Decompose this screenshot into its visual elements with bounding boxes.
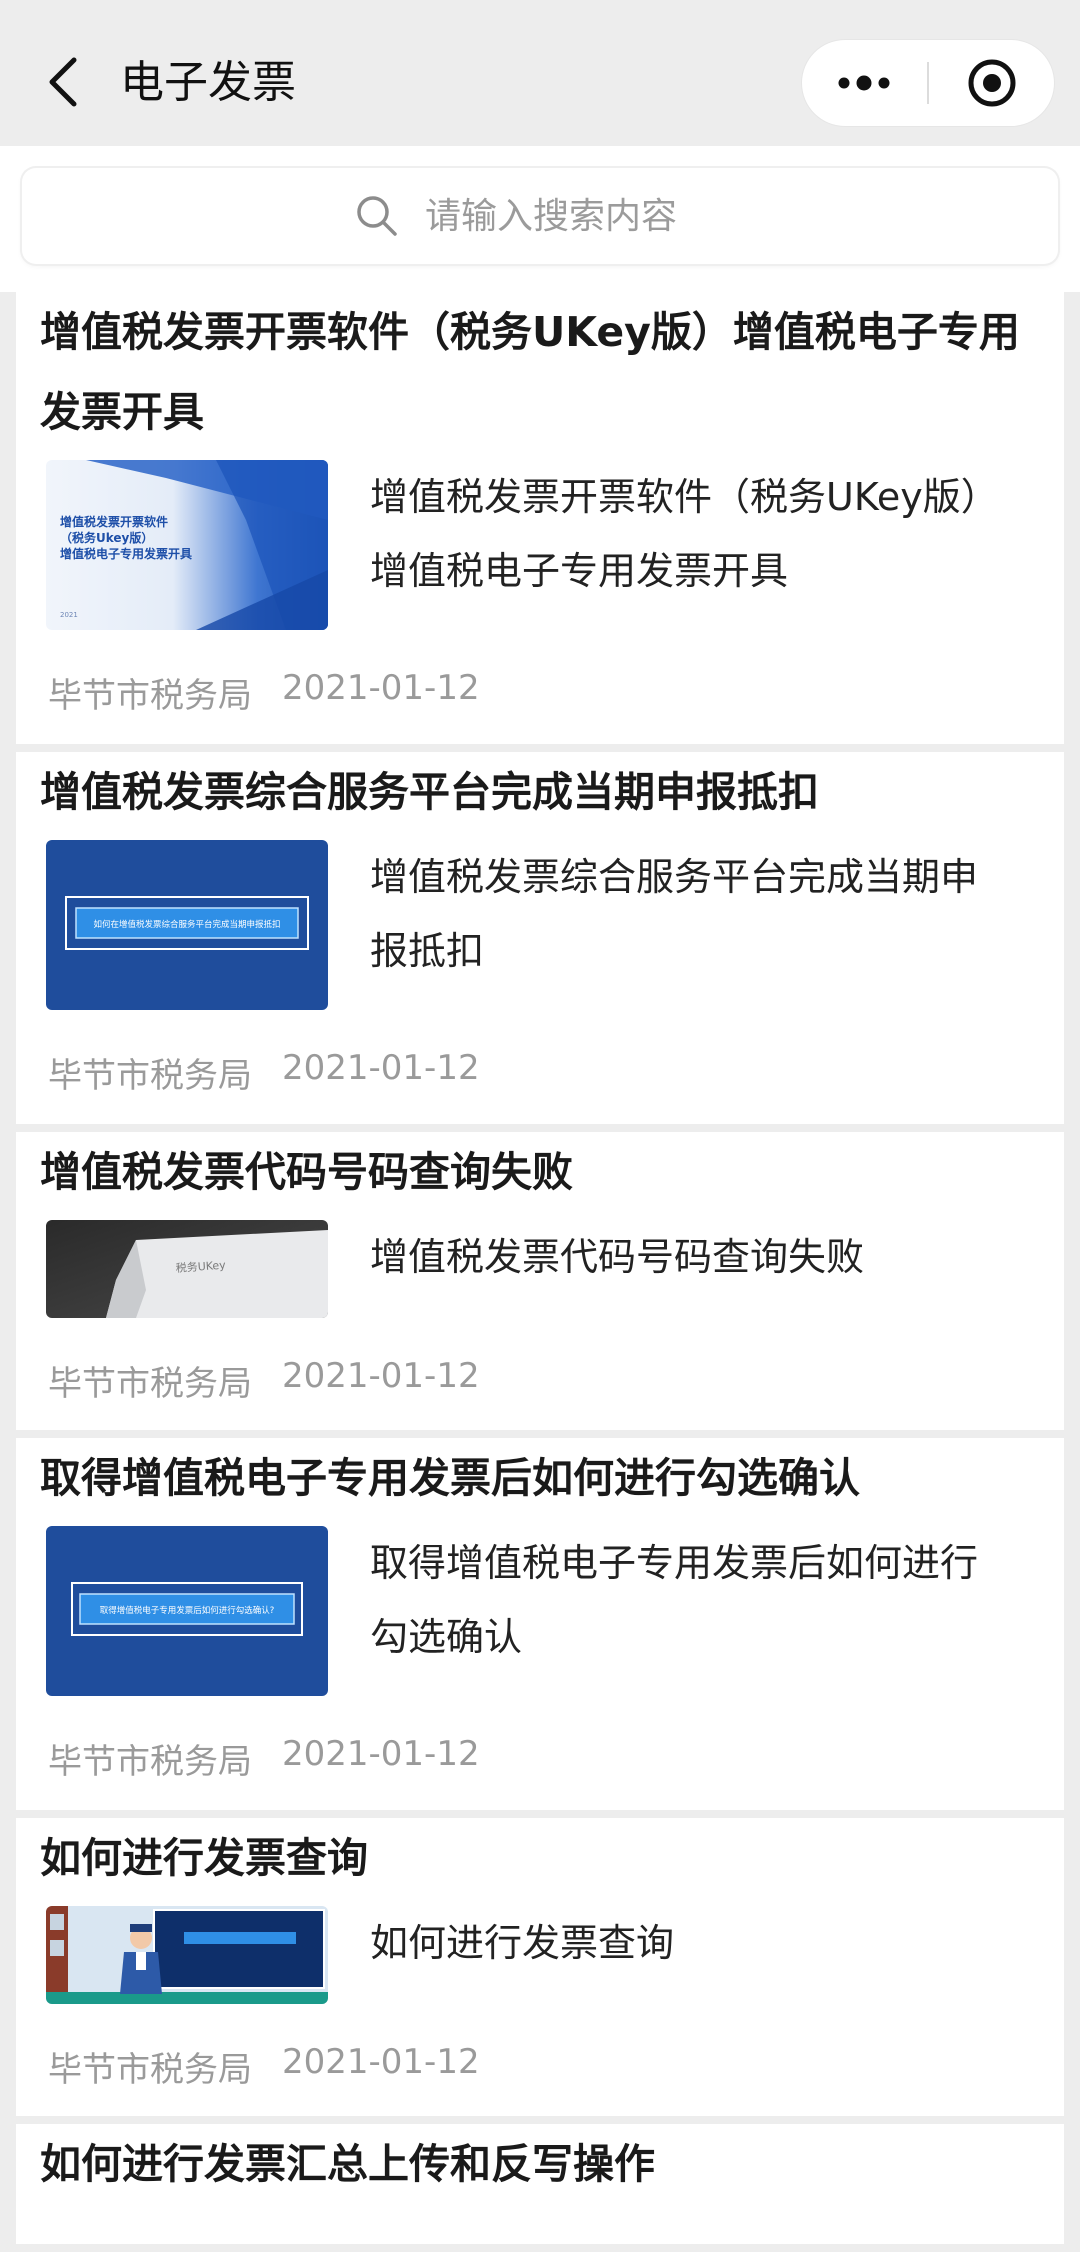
article-thumbnail: 取得增值税电子专用发票后如何进行勾选确认? bbox=[46, 1526, 328, 1696]
article-title: 如何进行发票查询 bbox=[40, 1834, 368, 1882]
article-date: 2021-01-12 bbox=[282, 1048, 480, 1088]
article-meta: 毕节市税务局 2021-01-12 bbox=[40, 1696, 1040, 1825]
article-card[interactable]: 增值税发票综合服务平台完成当期申报抵扣 如何在增值税发票综合服务平台完成当期申报… bbox=[16, 752, 1064, 1124]
article-meta: 毕节市税务局 2021-01-12 bbox=[40, 2004, 1040, 2133]
capsule-divider bbox=[927, 62, 929, 104]
search-icon bbox=[357, 196, 397, 236]
article-thumbnail: 增值税发票开票软件 （税务Ukey版） 增值税电子专用发票开具 2021 bbox=[46, 460, 328, 630]
article-title: 增值税发票综合服务平台完成当期申报抵扣 bbox=[40, 768, 819, 816]
chevron-left-icon bbox=[49, 57, 77, 107]
page-title: 电子发票 bbox=[120, 57, 296, 108]
thumbnail-image: 增值税发票开票软件 （税务Ukey版） 增值税电子专用发票开具 2021 bbox=[46, 460, 328, 630]
article-summary: 如何进行发票查询 bbox=[370, 1921, 675, 1965]
article-card[interactable]: 取得增值税电子专用发票后如何进行勾选确认 取得增值税电子专用发票后如何进行勾选确… bbox=[16, 1438, 1064, 1810]
more-dots-icon bbox=[838, 75, 890, 91]
mini-program-capsule bbox=[802, 40, 1054, 126]
article-meta: 毕节市税务局 2021-01-12 bbox=[40, 1318, 1040, 1447]
thumbnail-image: 税务UKey bbox=[46, 1220, 328, 1318]
article-title: 如何进行发票汇总上传和反写操作 bbox=[40, 2140, 655, 2188]
article-source: 毕节市税务局 bbox=[48, 1742, 252, 1782]
article-source: 毕节市税务局 bbox=[48, 1364, 252, 1404]
article-title: 增值税发票代码号码查询失败 bbox=[40, 1148, 573, 1196]
thumbnail-text: 取得增值税电子专用发票后如何进行勾选确认? bbox=[100, 1605, 275, 1616]
article-date: 2021-01-12 bbox=[282, 1734, 480, 1774]
search-box[interactable] bbox=[22, 168, 1058, 264]
article-date: 2021-01-12 bbox=[282, 2042, 480, 2082]
article-meta: 毕节市税务局 2021-01-12 bbox=[40, 1010, 1040, 1139]
article-source: 毕节市税务局 bbox=[48, 2050, 252, 2090]
nav-bar: 电子发票 bbox=[0, 0, 1080, 146]
thumbnail-text: （税务Ukey版） bbox=[60, 530, 153, 545]
article-summary: 增值税发票综合服务平台完成当期申报抵扣 bbox=[370, 855, 979, 973]
thumbnail-text: 如何在增值税发票综合服务平台完成当期申报抵扣 bbox=[93, 919, 280, 930]
article-source: 毕节市税务局 bbox=[48, 1056, 252, 1096]
article-date: 2021-01-12 bbox=[282, 1356, 480, 1396]
article-thumbnail: 税务UKey bbox=[46, 1220, 328, 1318]
thumbnail-text: 增值税电子专用发票开具 bbox=[60, 546, 192, 561]
thumbnail-text: 2021 bbox=[60, 611, 78, 619]
back-button[interactable] bbox=[34, 44, 90, 120]
article-list: 增值税发票开票软件（税务UKey版）增值税电子专用发票开具 增值税发票开票软件 … bbox=[16, 292, 1064, 2252]
article-summary: 增值税发票开票软件（税务UKey版）增值税电子专用发票开具 bbox=[370, 475, 999, 593]
article-title: 取得增值税电子专用发票后如何进行勾选确认 bbox=[40, 1454, 860, 1502]
article-date: 2021-01-12 bbox=[282, 668, 480, 708]
article-summary: 取得增值税电子专用发票后如何进行勾选确认 bbox=[370, 1541, 979, 1659]
article-source: 毕节市税务局 bbox=[48, 676, 252, 716]
search-input[interactable] bbox=[425, 195, 725, 237]
thumbnail-image bbox=[46, 1906, 328, 2004]
article-thumbnail bbox=[46, 1906, 328, 2004]
article-card[interactable]: 增值税发票代码号码查询失败 税务UKey 增值税发票代码号码查询失败 毕节市税务… bbox=[16, 1132, 1064, 1430]
article-thumbnail: 如何在增值税发票综合服务平台完成当期申报抵扣 bbox=[46, 840, 328, 1010]
article-card[interactable]: 如何进行发票汇总上传和反写操作 bbox=[16, 2124, 1064, 2244]
article-meta: 毕节市税务局 2021-01-12 bbox=[40, 630, 1040, 759]
thumbnail-image: 取得增值税电子专用发票后如何进行勾选确认? bbox=[46, 1526, 328, 1696]
article-title: 增值税发票开票软件（税务UKey版）增值税电子专用发票开具 bbox=[40, 308, 1020, 436]
article-card[interactable]: 如何进行发票查询 如何进行发票查询 毕节市税务局 2021-01-12 bbox=[16, 1818, 1064, 2116]
article-card[interactable]: 增值税发票开票软件（税务UKey版）增值税电子专用发票开具 增值税发票开票软件 … bbox=[16, 292, 1064, 744]
thumbnail-image: 如何在增值税发票综合服务平台完成当期申报抵扣 bbox=[46, 840, 328, 1010]
more-button[interactable] bbox=[802, 40, 926, 126]
target-close-icon bbox=[968, 59, 1016, 107]
close-mini-program-button[interactable] bbox=[930, 40, 1054, 126]
search-area bbox=[0, 146, 1080, 292]
thumbnail-text: 增值税发票开票软件 bbox=[60, 514, 168, 529]
article-summary: 增值税发票代码号码查询失败 bbox=[370, 1235, 865, 1279]
